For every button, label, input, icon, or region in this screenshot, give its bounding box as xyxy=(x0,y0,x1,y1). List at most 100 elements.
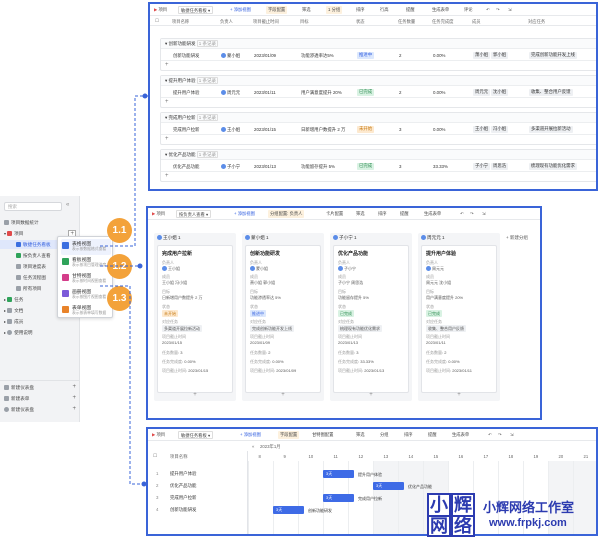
gantt-prev-icon[interactable]: « xyxy=(252,444,254,449)
status-badge: 已完成 xyxy=(357,88,375,96)
avatar xyxy=(250,266,255,271)
redo-icon[interactable]: ↷ xyxy=(496,7,500,13)
table-row[interactable]: 提升用户体验 周元元 2023/01/11 用户满意度提升 20% 已完成 2 0.00% 周… xyxy=(161,86,596,98)
field-config-button[interactable]: 字段配置 xyxy=(278,431,300,439)
avatar xyxy=(421,235,426,240)
redo-icon[interactable]: ↷ xyxy=(470,211,474,217)
gantt-row[interactable]: 1 提升用户体验 xyxy=(148,469,236,481)
add-row-button[interactable]: + xyxy=(161,61,596,70)
new-group-button[interactable]: + 新建分组 xyxy=(506,235,528,241)
add-card-button[interactable]: + xyxy=(245,391,321,399)
generate-form-button[interactable]: 生成表单 xyxy=(424,211,441,217)
add-view-button[interactable]: + 添加视图 xyxy=(240,432,261,438)
reminder-button[interactable]: 提醒 xyxy=(428,432,437,438)
table-group: ▾ 创新功能研发 1 条记录 创新功能研发 蒙小姐 2023/01/09 功能渗透率达5… xyxy=(160,38,596,71)
table-row[interactable]: 创新功能研发 蒙小姐 2023/01/09 功能渗透率达5% 推进中 2 0.00% 萧小姐郭… xyxy=(161,49,596,61)
gantt-row[interactable]: 4 创新功能研发 xyxy=(148,505,236,517)
avatar xyxy=(338,266,343,271)
add-row-button[interactable]: + xyxy=(161,172,596,181)
watermark-char: 络 xyxy=(451,515,475,537)
collapse-icon[interactable]: ⇲ xyxy=(482,211,486,217)
comment-button[interactable]: 评论 xyxy=(464,7,473,13)
view-select[interactable]: 敏捷任务看板 ▾ xyxy=(178,431,214,439)
gantt-day-column xyxy=(298,461,323,534)
group-header[interactable]: ▾ 提升用户体验 1 条记录 xyxy=(161,76,596,86)
group-header[interactable]: ▾ 完成用户拉新 1 条记录 xyxy=(161,113,596,123)
kanban-column: 周元元 1 提升用户体验 负责人 周元元 成员 周元元 沈小姐 目标 用户满意度提升 20% 状… xyxy=(418,233,500,401)
table-row[interactable]: 完成用户拉新 王小姐 2023/01/15 日新增用户数提升 2 万未开始 3 0.00%… xyxy=(161,123,596,135)
gantt-row[interactable]: 2 优化产品功能 xyxy=(148,481,236,493)
undo-icon[interactable]: ↶ xyxy=(460,211,464,217)
gantt-bar-label: 创新功能研发 xyxy=(308,508,332,513)
gantt-bar[interactable]: 3天 xyxy=(323,494,354,502)
sort-button[interactable]: 排序 xyxy=(356,7,365,13)
status-badge: 已完成 xyxy=(338,310,354,317)
project-tab[interactable]: ▶ 项目 xyxy=(152,211,165,217)
column-header: 王小姐 1 xyxy=(157,235,181,241)
generate-form-button[interactable]: 生成表单 xyxy=(432,7,449,13)
kanban-card[interactable]: 提升用户体验 负责人 周元元 成员 周元元 沈小姐 目标 用户满意度提升 20% 状态 已完成对… xyxy=(421,245,497,393)
add-row-button[interactable]: + xyxy=(161,98,596,107)
gantt-day-label: 21 xyxy=(583,454,589,459)
group-config-button[interactable]: 分组配置: 负责人 xyxy=(268,210,305,218)
kanban-card[interactable]: 完成用户拉新 负责人 王小姐 成员 王小姐 冯小姐 目标 日新增用户数提升 2 万状态 未开始… xyxy=(157,245,233,393)
table-view-panel: ▶ 项目 敏捷任务看板 ▾ + 添加视图 字段配置 筛选 1 分组 排序 行高 … xyxy=(148,2,598,191)
gantt-day-label: 10 xyxy=(308,454,314,459)
group-button[interactable]: 1 分组 xyxy=(326,6,343,14)
group-button[interactable]: 分组 xyxy=(380,432,389,438)
add-view-button[interactable]: + 添加视图 xyxy=(230,7,251,13)
column-header: 子小宁 1 xyxy=(333,235,357,241)
project-tab[interactable]: ▶ 项目 xyxy=(154,7,167,13)
undo-icon[interactable]: ↶ xyxy=(486,7,490,13)
checkbox-header[interactable]: ☐ xyxy=(153,453,157,459)
kanban-card[interactable]: 创新功能研发 负责人 蒙小姐 成员 萧小姐 郭小姐 目标 功能渗透率达 5% 状态 推进中 对应任… xyxy=(245,245,321,393)
project-tab[interactable]: ▶ 项目 xyxy=(152,432,165,438)
add-card-button[interactable]: + xyxy=(421,391,497,399)
filter-button[interactable]: 筛选 xyxy=(356,432,365,438)
status-badge: 未开始 xyxy=(357,125,375,133)
gantt-row[interactable]: 3 完成用户拉新 xyxy=(148,493,236,505)
filter-button[interactable]: 筛选 xyxy=(356,211,365,217)
group-header[interactable]: ▾ 优化产品功能 1 条记录 xyxy=(161,150,596,160)
collapse-icon[interactable]: ⇲ xyxy=(508,7,512,13)
undo-icon[interactable]: ↶ xyxy=(488,432,492,438)
collapse-icon[interactable]: ⇲ xyxy=(510,432,514,438)
row-height-button[interactable]: 行高 xyxy=(380,7,389,13)
generate-form-button[interactable]: 生成表单 xyxy=(452,432,469,438)
add-card-button[interactable]: + xyxy=(333,391,409,399)
watermark-url: www.frpkj.com xyxy=(489,517,567,529)
redo-icon[interactable]: ↷ xyxy=(498,432,502,438)
sort-button[interactable]: 排序 xyxy=(378,211,387,217)
view-select[interactable]: 敏捷任务看板 ▾ xyxy=(178,6,214,14)
avatar xyxy=(221,163,226,169)
card-config-button[interactable]: 卡片配置 xyxy=(326,211,343,217)
reminder-button[interactable]: 提醒 xyxy=(400,211,409,217)
watermark-title: 小辉网络工作室 xyxy=(483,500,575,515)
gantt-day-label: 9 xyxy=(283,454,286,459)
field-config-button[interactable]: 字段配置 xyxy=(266,6,288,14)
add-card-button[interactable]: + xyxy=(157,391,233,399)
gantt-config-button[interactable]: 甘特图配置 xyxy=(312,432,333,438)
gantt-bar[interactable]: 3天 xyxy=(323,470,354,478)
gantt-bar[interactable]: 3天 xyxy=(273,506,304,514)
table-group: ▾ 提升用户体验 1 条记录 提升用户体验 周元元 2023/01/11 用户满意度提升… xyxy=(160,75,596,108)
status-badge: 未开始 xyxy=(162,310,178,317)
sort-button[interactable]: 排序 xyxy=(404,432,413,438)
filter-button[interactable]: 筛选 xyxy=(302,7,311,13)
add-row-button[interactable]: + xyxy=(161,135,596,144)
gantt-bar[interactable]: 3天 xyxy=(373,482,404,490)
kanban-card[interactable]: 优化产品功能 负责人 子小宁 成员 子小宁 周思浩 目标 功能留存提升 5% 状态 已完成 对应任… xyxy=(333,245,409,393)
avatar xyxy=(333,235,338,240)
select-all-checkbox[interactable]: ☐ xyxy=(155,18,159,24)
group-header[interactable]: ▾ 创新功能研发 1 条记录 xyxy=(161,39,596,49)
gantt-day-label: 14 xyxy=(408,454,414,459)
reminder-button[interactable]: 提醒 xyxy=(406,7,415,13)
kanban-column: 子小宁 1 优化产品功能 负责人 子小宁 成员 子小宁 周思浩 目标 功能留存提升 5% 状态已… xyxy=(330,233,412,401)
watermark: 小 辉 网 络 小辉网络工作室 www.frpkj.com xyxy=(425,493,595,537)
gantt-day-column xyxy=(398,461,423,534)
view-select[interactable]: 按负责人查看 ▾ xyxy=(176,210,212,218)
add-view-button[interactable]: + 添加视图 xyxy=(234,211,255,217)
watermark-char: 辉 xyxy=(451,493,475,517)
table-row[interactable]: 优化产品功能 子小宁 2023/01/13 功能留存提升 5% 已完成 3 33.33% 子小… xyxy=(161,160,596,172)
avatar xyxy=(162,266,167,271)
